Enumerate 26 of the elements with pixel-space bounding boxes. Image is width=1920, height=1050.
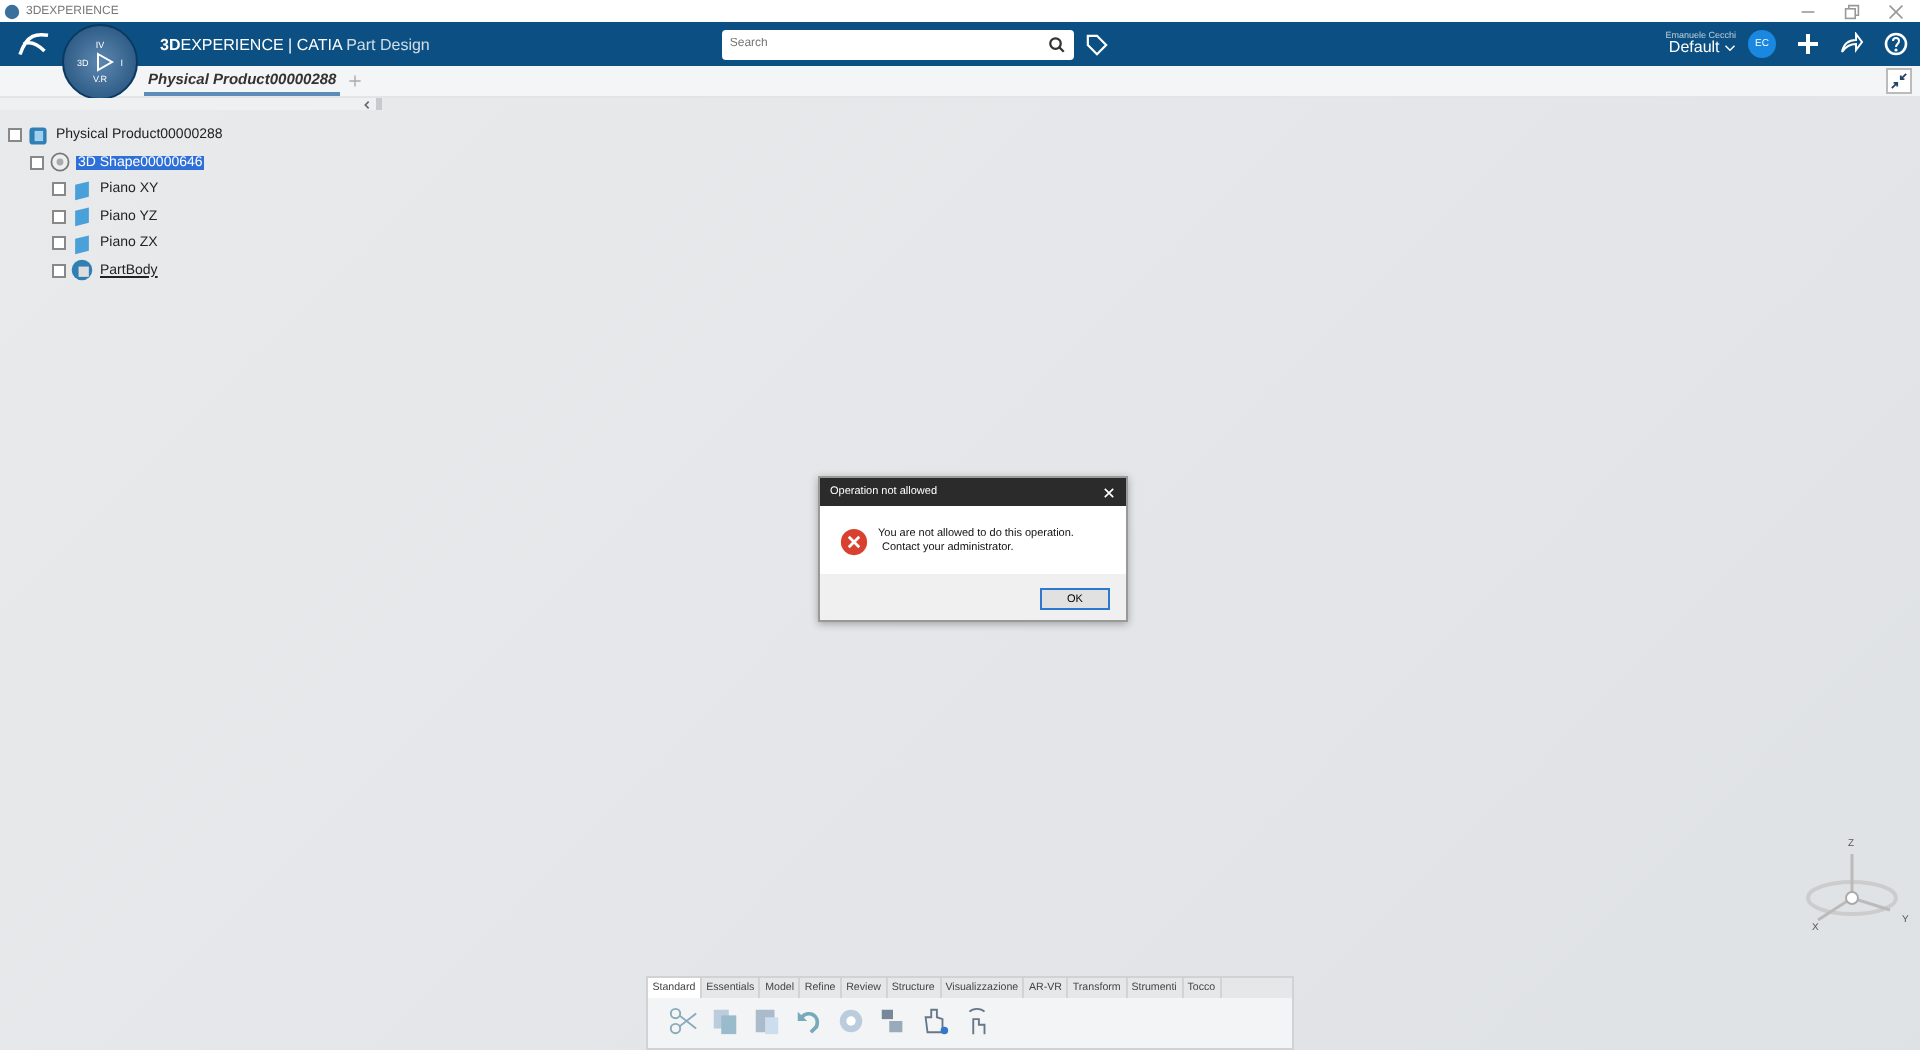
plane-icon xyxy=(70,231,94,256)
plus-icon[interactable] xyxy=(1796,32,1820,56)
collapse-icon[interactable] xyxy=(1886,68,1912,94)
copy-icon[interactable] xyxy=(710,1006,740,1036)
undo-icon[interactable] xyxy=(794,1006,824,1036)
play-icon[interactable] xyxy=(94,52,115,72)
plane-icon xyxy=(70,177,94,202)
plane-icon xyxy=(70,204,94,229)
scissors-icon[interactable] xyxy=(668,1006,698,1036)
help-icon[interactable] xyxy=(1884,32,1908,56)
collab-space-dropdown[interactable]: Default xyxy=(1668,40,1736,57)
hand-icon[interactable] xyxy=(920,1006,950,1036)
globe-icon xyxy=(4,3,20,19)
caret-icon xyxy=(1724,44,1736,53)
gear-icon xyxy=(48,150,72,175)
body-icon xyxy=(70,258,94,283)
paste-icon[interactable] xyxy=(752,1006,782,1036)
app-title: 3DEXPERIENCE | CATIA Part Design xyxy=(160,35,430,53)
tag-icon[interactable] xyxy=(1085,33,1108,55)
search-icon[interactable] xyxy=(1047,35,1066,53)
restore-icon[interactable] xyxy=(1844,3,1860,19)
error-icon xyxy=(840,528,868,557)
logo-icon[interactable] xyxy=(16,30,52,58)
selection-icon[interactable] xyxy=(878,1006,908,1036)
share-icon[interactable] xyxy=(1840,32,1864,56)
cube-icon xyxy=(26,123,50,148)
